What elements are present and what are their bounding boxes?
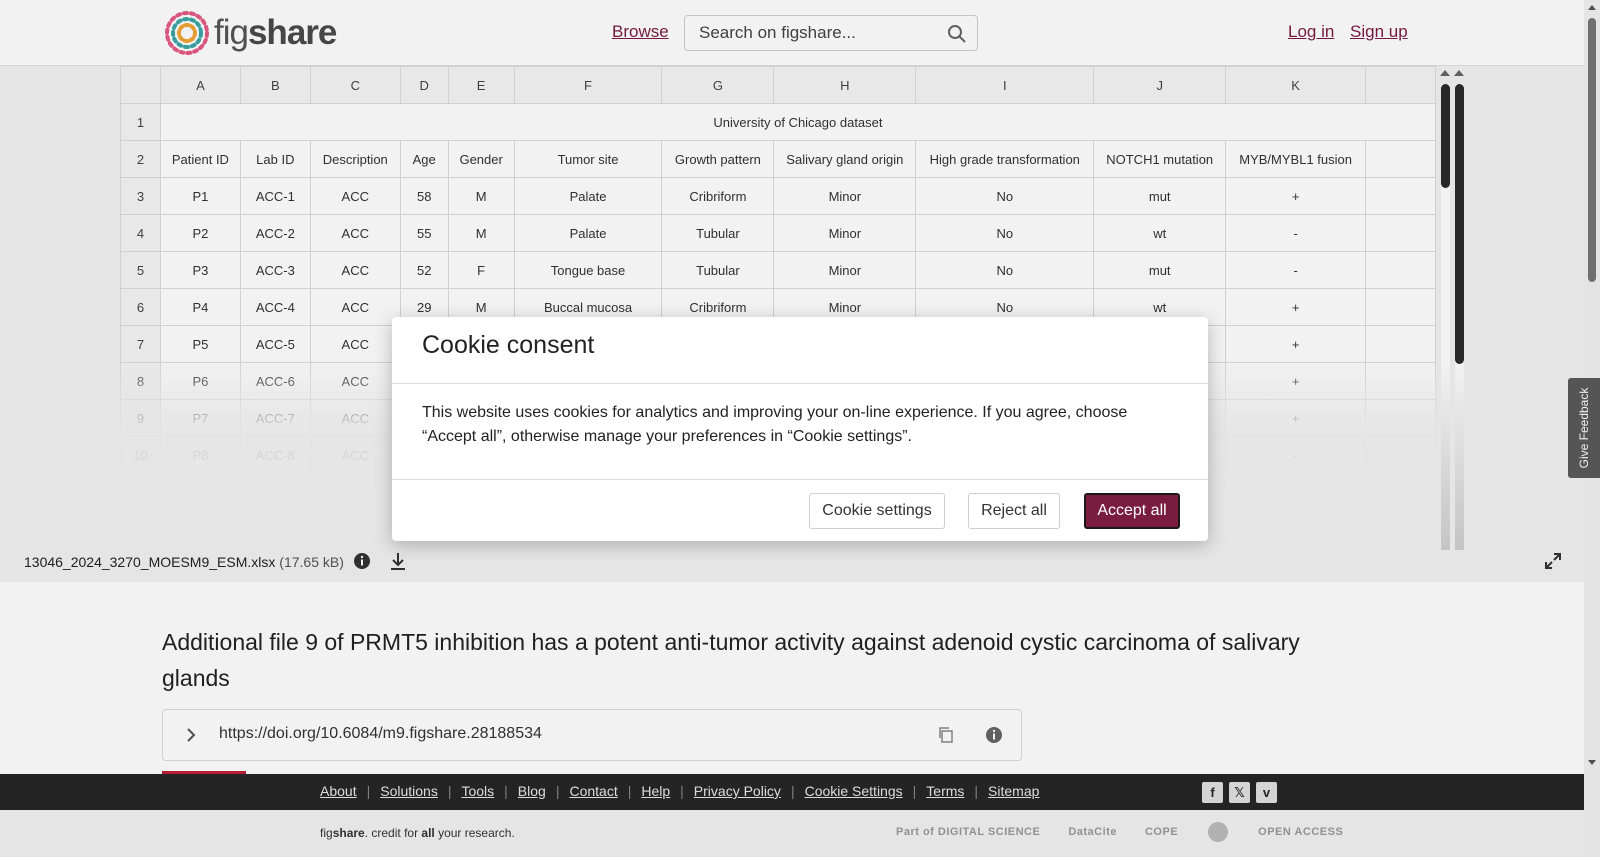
dialog-body: This website uses cookies for analytics …	[422, 404, 1128, 445]
divider	[392, 479, 1208, 480]
modal-overlay: Cookie consent This website uses cookies…	[0, 0, 1600, 857]
reject-all-button[interactable]: Reject all	[968, 493, 1060, 529]
dialog-title: Cookie consent	[422, 331, 595, 359]
cookie-settings-button[interactable]: Cookie settings	[809, 493, 945, 529]
divider	[392, 383, 1208, 384]
accept-all-button[interactable]: Accept all	[1084, 493, 1180, 529]
cookie-consent-dialog: Cookie consent This website uses cookies…	[392, 317, 1208, 541]
